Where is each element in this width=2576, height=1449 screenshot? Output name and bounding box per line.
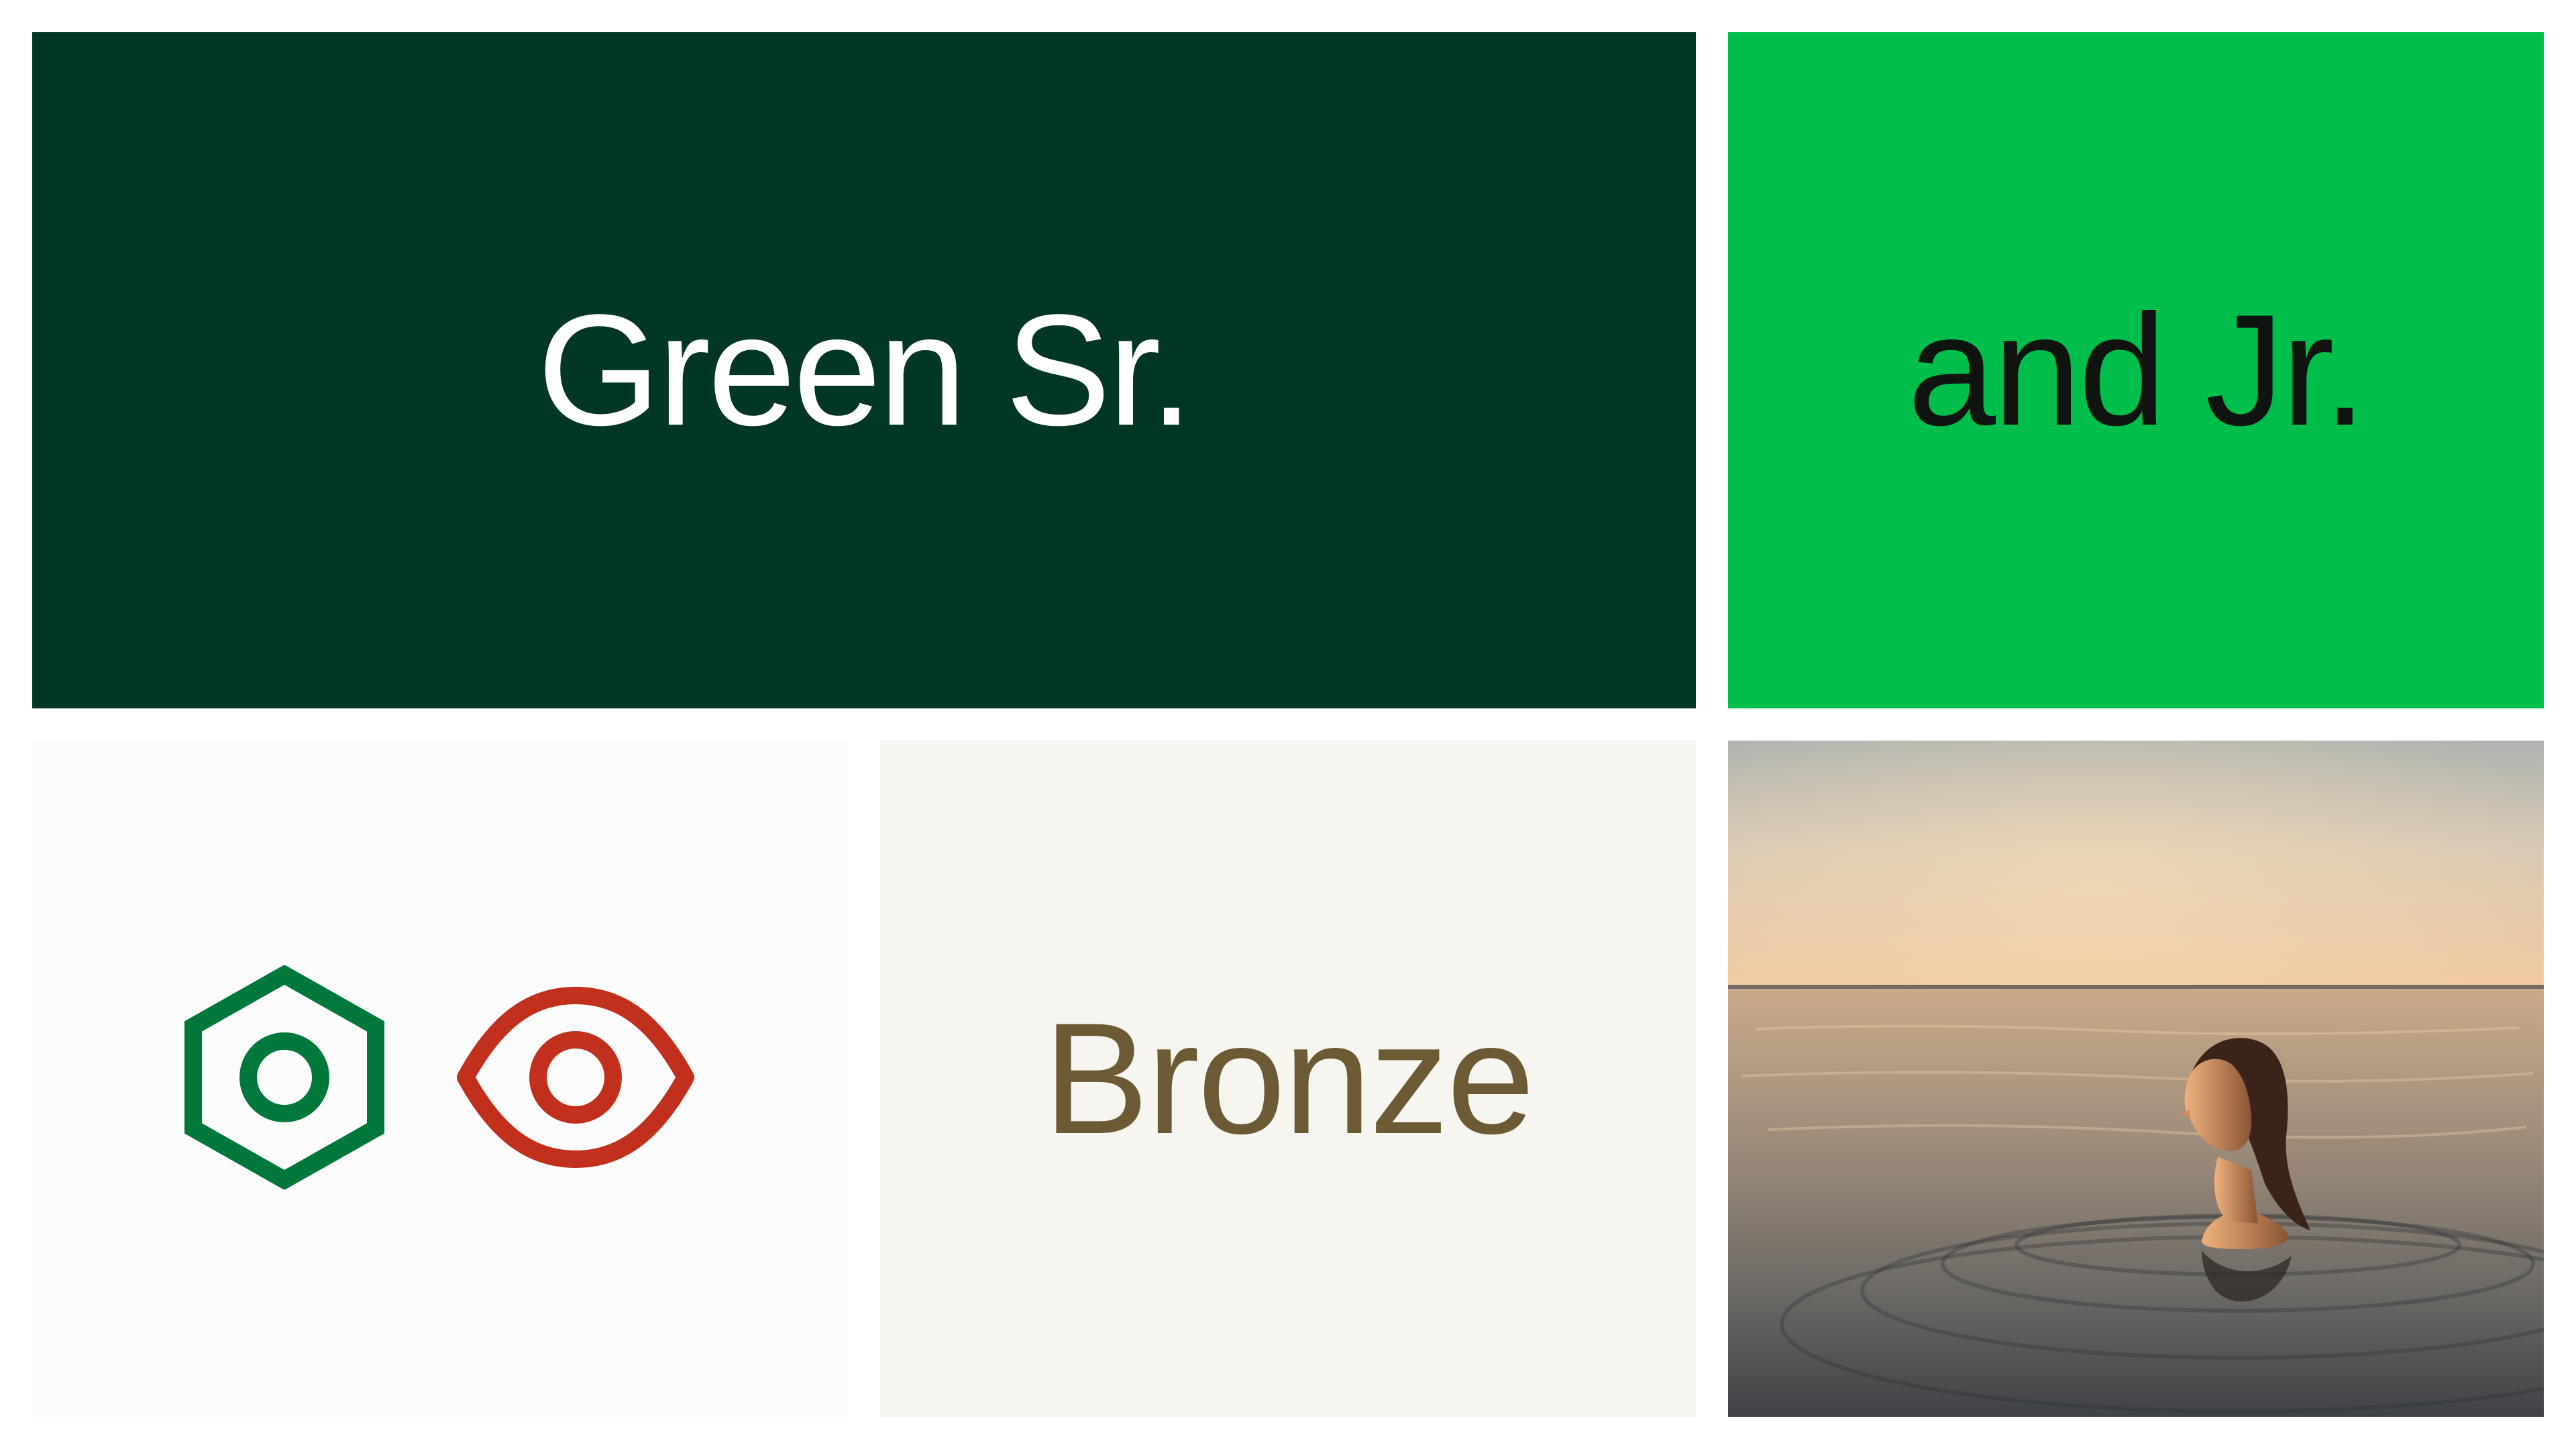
sunset-swim-photo bbox=[1728, 741, 2544, 1417]
eye-icon bbox=[455, 983, 696, 1175]
bronze-label: Bronze bbox=[1043, 990, 1535, 1167]
water bbox=[1728, 989, 2544, 1417]
horizon-line bbox=[1728, 985, 2544, 989]
brand-color-board: Green Sr. and Jr. Bronze bbox=[0, 0, 2576, 1449]
hexagon-ring-icon bbox=[184, 964, 385, 1193]
bronze-swatch: Bronze bbox=[880, 741, 1696, 1417]
green-sr-label: Green Sr. bbox=[537, 282, 1193, 459]
green-jr-swatch: and Jr. bbox=[1728, 32, 2544, 708]
green-sr-swatch: Green Sr. bbox=[32, 32, 1696, 708]
icons-swatch bbox=[32, 741, 848, 1417]
green-jr-label: and Jr. bbox=[1907, 282, 2367, 459]
